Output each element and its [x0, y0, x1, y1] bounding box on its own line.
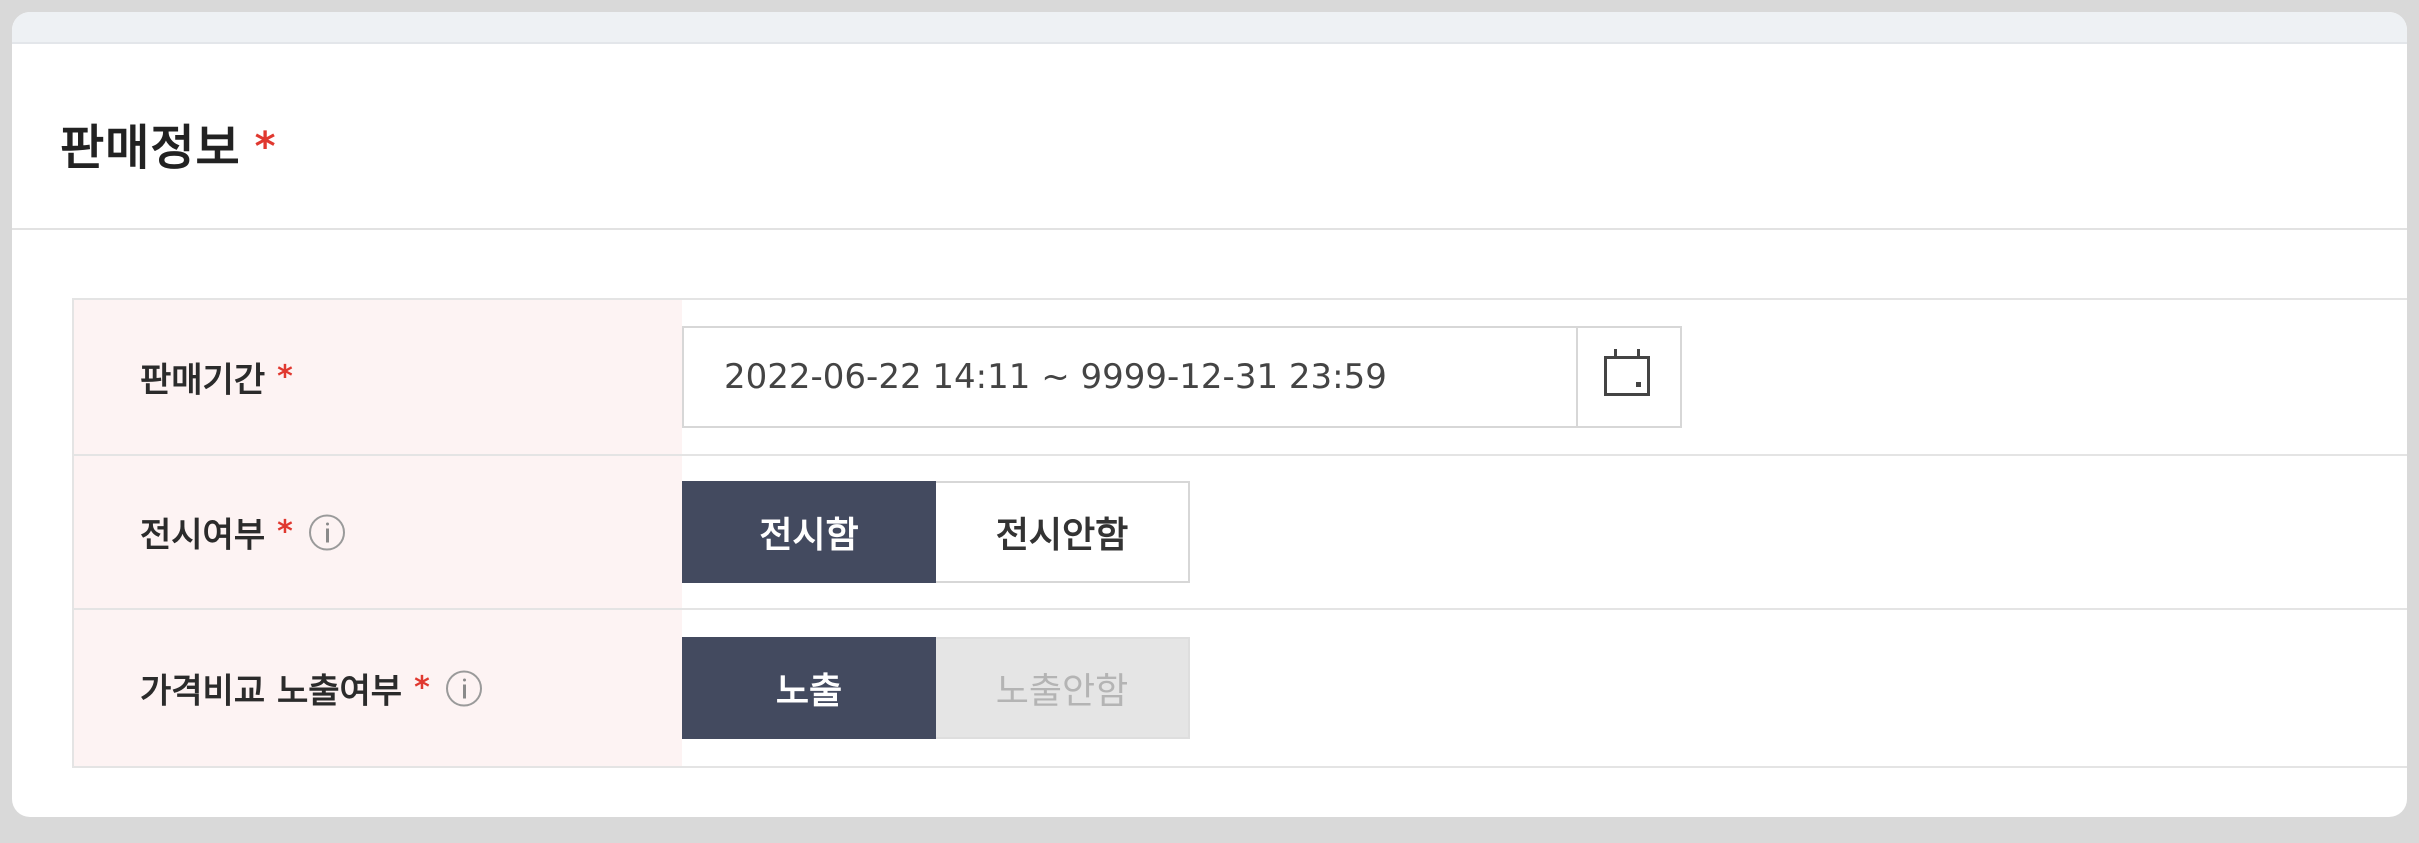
exposure-off-button[interactable]: 노출안함 [936, 637, 1190, 739]
form-row-price-comparison: 가격비교 노출여부 * 노출 노출안함 [74, 610, 2407, 766]
required-mark: * [254, 124, 277, 170]
section-title: 판매정보 * [60, 108, 277, 178]
display-toggle-group: 전시함 전시안함 [682, 481, 1190, 583]
form-row-display-status: 전시여부 * 전시함 전시안함 [74, 456, 2407, 610]
calendar-icon[interactable] [1604, 349, 1650, 396]
row-value-cell: 전시함 전시안함 [682, 456, 2407, 608]
sales-info-form: 판매기간 * 2022-06-22 14:11 ~ 9999-12-31 23:… [72, 298, 2407, 768]
display-status-label: 전시여부 [140, 515, 266, 556]
display-off-button[interactable]: 전시안함 [936, 481, 1190, 583]
top-divider-strip [12, 12, 2407, 44]
row-label-cell: 전시여부 * [74, 456, 682, 608]
row-label-cell: 가격비교 노출여부 * [74, 610, 682, 766]
required-mark: * [277, 514, 293, 550]
price-comparison-label: 가격비교 노출여부 [140, 671, 403, 712]
display-on-button[interactable]: 전시함 [682, 481, 936, 583]
sales-info-panel: 판매정보 * 판매기간 * 2022-06-22 14:11 ~ 9999-12-… [12, 12, 2407, 817]
row-value-cell: 노출 노출안함 [682, 610, 2407, 766]
info-icon[interactable] [445, 670, 482, 706]
exposure-toggle-group: 노출 노출안함 [682, 637, 1190, 739]
required-mark: * [277, 359, 293, 395]
form-row-sales-period: 판매기간 * 2022-06-22 14:11 ~ 9999-12-31 23:… [74, 300, 2407, 456]
info-icon[interactable] [308, 514, 345, 550]
section-header: 판매정보 * [12, 44, 2407, 230]
required-mark: * [414, 670, 430, 706]
sales-period-label: 판매기간 [140, 360, 266, 401]
calendar-button[interactable] [1576, 328, 1680, 426]
exposure-on-button[interactable]: 노출 [682, 637, 936, 739]
row-label-cell: 판매기간 * [74, 300, 682, 454]
sales-period-input[interactable]: 2022-06-22 14:11 ~ 9999-12-31 23:59 [682, 326, 1682, 428]
section-title-text: 판매정보 [60, 120, 241, 176]
row-value-cell: 2022-06-22 14:11 ~ 9999-12-31 23:59 [682, 300, 2407, 454]
sales-period-value[interactable]: 2022-06-22 14:11 ~ 9999-12-31 23:59 [724, 357, 1387, 397]
